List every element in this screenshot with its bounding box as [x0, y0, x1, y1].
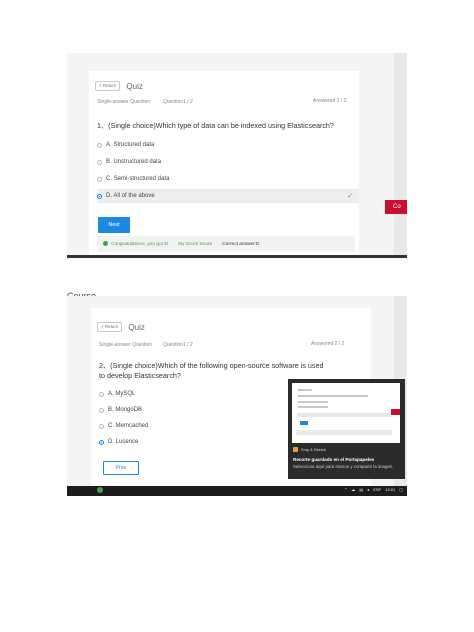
option-d[interactable]: D. Lucence	[99, 435, 289, 449]
return-button[interactable]: < Return	[97, 322, 123, 332]
question-type: Single-answer Question	[97, 99, 151, 105]
notification-app: Snip & Sketch	[293, 447, 326, 452]
return-button[interactable]: < Return	[95, 81, 121, 91]
volume-icon[interactable]: ◂	[367, 487, 369, 492]
app-icon[interactable]	[97, 487, 103, 493]
prev-button[interactable]: Prev	[103, 461, 139, 475]
notification-body: Selecciona aquí para marcar y compartir …	[293, 464, 394, 469]
option-b[interactable]: B. Unstructured data	[97, 155, 359, 169]
divider	[67, 255, 407, 258]
success-icon	[103, 241, 108, 247]
scrollbar[interactable]	[394, 53, 407, 258]
checkmark-icon: ✓	[347, 193, 353, 200]
result-bar: Congratulations, you got it! My Score:Sc…	[97, 236, 355, 252]
notification-icon[interactable]: ▢	[399, 487, 403, 492]
notification-title: Recorte guardado en el Portapapeles	[293, 457, 375, 462]
radio-selected-icon[interactable]	[97, 193, 102, 199]
quiz-title: Quiz	[126, 81, 143, 91]
quiz-panel: < Return Quiz Single-answer Question Que…	[89, 71, 359, 258]
next-button[interactable]: Next	[98, 217, 130, 233]
radio-icon[interactable]	[99, 391, 104, 397]
option-c[interactable]: C. Semi-structured data	[97, 172, 359, 186]
snip-notification[interactable]: Snip & Sketch Recorte guardado en el Por…	[288, 379, 405, 479]
radio-icon[interactable]	[97, 159, 102, 165]
radio-icon[interactable]	[97, 176, 102, 182]
network-icon[interactable]: ▤	[359, 487, 363, 492]
question-text: 2、(Single choice)Which of the following …	[99, 361, 324, 380]
option-a[interactable]: A. MySQL	[99, 387, 289, 401]
taskbar: ⌃ ☁ ▤ ◂ ESP 13:01 ▢	[67, 486, 407, 496]
quiz-title: Quiz	[128, 322, 145, 332]
congrats-text: Congratulations, you got it!	[103, 241, 168, 247]
correct-answer-text: Correct answer:D	[222, 241, 260, 247]
question-type: Single-answer Question	[99, 342, 153, 348]
option-b[interactable]: B. MongoDB	[99, 403, 289, 417]
radio-icon[interactable]	[99, 423, 104, 429]
answered-counter: Answered 2 / 2	[313, 98, 347, 104]
clock[interactable]: 13:01	[385, 487, 395, 492]
radio-selected-icon[interactable]	[99, 439, 104, 445]
chevron-up-icon[interactable]: ⌃	[344, 487, 347, 492]
question-counter: Question1 / 2	[163, 342, 193, 348]
score-text: My Score:Score	[178, 241, 213, 247]
snip-preview-image	[292, 383, 400, 443]
quiz-screenshot-1: < Return Quiz Single-answer Question Que…	[67, 53, 407, 258]
language-indicator[interactable]: ESP	[373, 487, 381, 492]
options-list: A. Structured data B. Unstructured data …	[97, 138, 359, 203]
quiz-screenshot-2: < Return Quiz Single-answer Question Que…	[67, 296, 407, 496]
answered-counter: Answered 2 / 2	[311, 341, 345, 347]
option-a[interactable]: A. Structured data	[97, 138, 359, 152]
question-counter: Question1 / 2	[163, 99, 193, 105]
option-c[interactable]: C. Memcached	[99, 419, 289, 433]
radio-icon[interactable]	[97, 142, 102, 148]
option-d[interactable]: D. All of the above ✓	[97, 189, 359, 203]
side-tab[interactable]: Co	[385, 200, 407, 214]
options-list: A. MySQL B. MongoDB C. Memcached D. Luce…	[99, 387, 289, 449]
cloud-icon[interactable]: ☁	[351, 487, 355, 492]
question-text: 1、(Single choice)Which type of data can …	[97, 121, 334, 130]
snip-app-icon	[293, 447, 298, 452]
system-tray: ⌃ ☁ ▤ ◂ ESP 13:01 ▢	[344, 487, 403, 492]
radio-icon[interactable]	[99, 407, 104, 413]
